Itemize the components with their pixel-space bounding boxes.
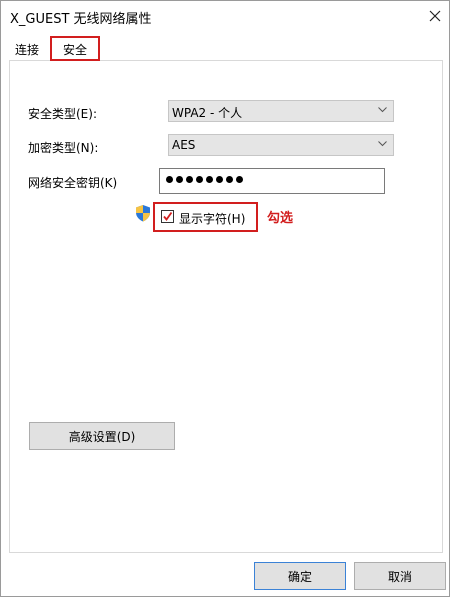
password-dot xyxy=(216,176,223,183)
password-dot xyxy=(226,176,233,183)
security-type-value: WPA2 - 个人 xyxy=(172,106,243,120)
ok-button[interactable]: 确定 xyxy=(254,562,346,590)
password-dot xyxy=(166,176,173,183)
encryption-type-label: 加密类型(N): xyxy=(28,141,99,155)
show-characters-label: 显示字符(H) xyxy=(179,212,246,226)
security-type-label: 安全类型(E): xyxy=(28,107,97,121)
chevron-down-icon xyxy=(378,107,387,113)
show-characters-checkbox[interactable] xyxy=(161,210,174,223)
tab-connection[interactable]: 连接 xyxy=(11,40,43,60)
close-icon xyxy=(429,10,441,22)
chevron-down-icon xyxy=(378,141,387,147)
uac-shield-icon xyxy=(136,205,150,222)
show-characters-option[interactable]: 显示字符(H) xyxy=(153,202,258,232)
window-title: X_GUEST 无线网络属性 xyxy=(10,12,152,27)
encryption-type-select[interactable]: AES xyxy=(168,134,394,156)
security-key-input[interactable] xyxy=(159,168,385,194)
wireless-properties-dialog: X_GUEST 无线网络属性 连接 安全 安全类型(E): WPA2 - 个人 … xyxy=(0,0,450,597)
security-panel: 安全类型(E): WPA2 - 个人 加密类型(N): AES 网络安全密钥(K… xyxy=(9,60,443,553)
tab-security[interactable]: 安全 xyxy=(50,36,100,61)
cancel-button[interactable]: 取消 xyxy=(354,562,446,590)
security-key-label: 网络安全密钥(K) xyxy=(28,176,118,190)
password-dot xyxy=(206,176,213,183)
password-dot xyxy=(236,176,243,183)
password-dot xyxy=(196,176,203,183)
tab-bar: 连接 安全 xyxy=(1,36,449,61)
encryption-type-value: AES xyxy=(172,138,196,152)
password-dot xyxy=(176,176,183,183)
masked-password xyxy=(166,176,243,183)
password-dot xyxy=(186,176,193,183)
annotation-text: 勾选 xyxy=(267,211,294,226)
close-button[interactable] xyxy=(421,3,449,29)
advanced-settings-button[interactable]: 高级设置(D) xyxy=(29,422,175,450)
checkmark-icon xyxy=(163,211,173,221)
security-type-select[interactable]: WPA2 - 个人 xyxy=(168,100,394,122)
